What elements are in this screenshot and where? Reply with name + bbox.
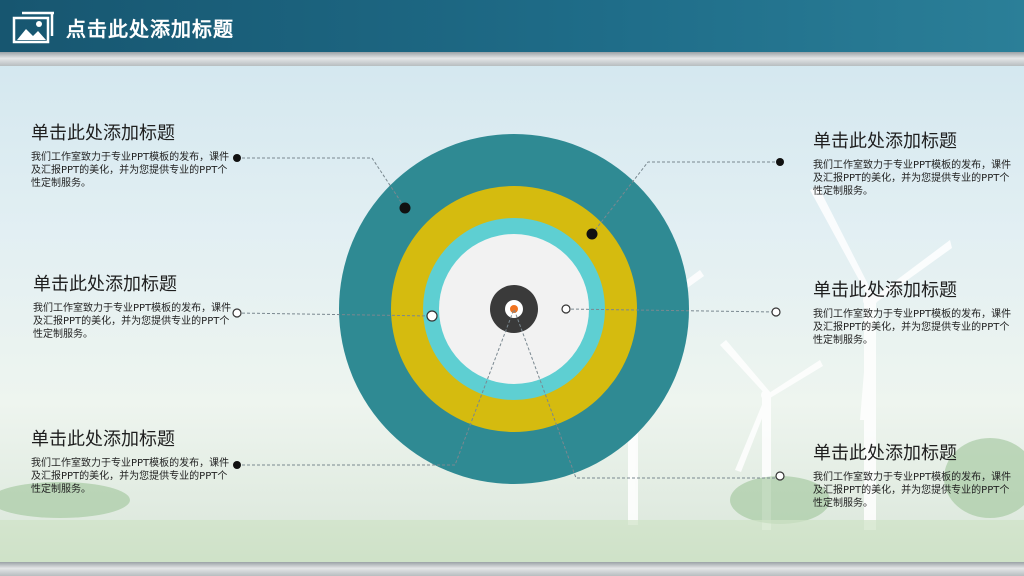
block-heading: 单击此处添加标题 xyxy=(813,131,957,152)
text-block-top-right: 单击此处添加标题 我们工作室致力于专业PPT模板的发布，课件及汇报PPT的美化，… xyxy=(813,127,1013,198)
block-heading: 单击此处添加标题 xyxy=(31,123,175,144)
block-body: 我们工作室致力于专业PPT模板的发布，课件及汇报PPT的美化，并为您提供专业的P… xyxy=(813,309,1012,346)
connector-dot xyxy=(586,228,598,240)
connector-dot xyxy=(233,461,241,469)
block-body: 我们工作室致力于专业PPT模板的发布，课件及汇报PPT的美化，并为您提供专业的P… xyxy=(31,458,230,495)
block-body: 我们工作室致力于专业PPT模板的发布，课件及汇报PPT的美化，并为您提供专业的P… xyxy=(813,160,1012,197)
block-heading: 单击此处添加标题 xyxy=(813,280,957,301)
text-block-bottom-right: 单击此处添加标题 我们工作室致力于专业PPT模板的发布，课件及汇报PPT的美化，… xyxy=(813,439,1013,510)
block-heading: 单击此处添加标题 xyxy=(33,274,177,295)
hub-dot xyxy=(510,305,518,313)
connector-dot xyxy=(776,158,784,166)
block-heading: 单击此处添加标题 xyxy=(813,443,957,464)
text-block-mid-left: 单击此处添加标题 我们工作室致力于专业PPT模板的发布，课件及汇报PPT的美化，… xyxy=(33,270,233,341)
connector-dot-hollow xyxy=(775,471,785,481)
block-body: 我们工作室致力于专业PPT模板的发布，课件及汇报PPT的美化，并为您提供专业的P… xyxy=(813,472,1012,509)
connector-dot xyxy=(399,202,411,214)
block-heading: 单击此处添加标题 xyxy=(31,429,175,450)
text-block-bottom-left: 单击此处添加标题 我们工作室致力于专业PPT模板的发布，课件及汇报PPT的美化，… xyxy=(31,425,231,496)
block-body: 我们工作室致力于专业PPT模板的发布，课件及汇报PPT的美化，并为您提供专业的P… xyxy=(31,152,230,189)
connector-dot-hollow xyxy=(771,307,781,317)
connector-dot xyxy=(233,154,241,162)
connector-dot-hollow xyxy=(426,310,438,322)
text-block-top-left: 单击此处添加标题 我们工作室致力于专业PPT模板的发布，课件及汇报PPT的美化，… xyxy=(31,119,231,190)
connector-dot-hollow xyxy=(561,304,571,314)
block-body: 我们工作室致力于专业PPT模板的发布，课件及汇报PPT的美化，并为您提供专业的P… xyxy=(33,303,232,340)
text-block-mid-right: 单击此处添加标题 我们工作室致力于专业PPT模板的发布，课件及汇报PPT的美化，… xyxy=(813,276,1013,347)
connector-dot-hollow xyxy=(232,308,242,318)
